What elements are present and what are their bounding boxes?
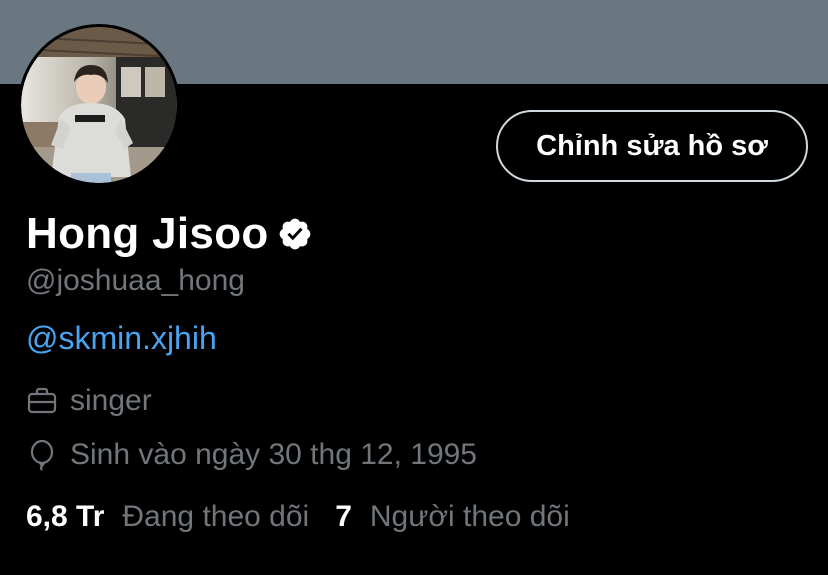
following-label: Đang theo dõi (122, 500, 310, 533)
display-name: Hong Jisoo (26, 209, 269, 258)
verified-badge-icon (277, 216, 313, 252)
avatar[interactable] (18, 24, 180, 186)
following-count: 6,8 Tr (26, 500, 105, 533)
followers-label: Người theo dõi (369, 500, 570, 533)
profession-text: singer (70, 384, 152, 417)
briefcase-icon (26, 385, 58, 417)
profession-row: singer (26, 384, 152, 418)
avatar-photo (21, 27, 177, 183)
following-stat[interactable]: 6,8 Tr Đang theo dõi (26, 500, 309, 534)
follow-stats: 6,8 Tr Đang theo dõi 7 Người theo dõi (26, 500, 570, 534)
followers-stat[interactable]: 7 Người theo dõi (335, 500, 570, 534)
birthday-row: Sinh vào ngày 30 thg 12, 1995 (26, 438, 477, 472)
bio-mention-link[interactable]: @skmin.xjhih (26, 320, 217, 357)
balloon-icon (26, 439, 58, 471)
followers-count: 7 (335, 500, 352, 533)
edit-profile-button[interactable]: Chỉnh sửa hồ sơ (496, 110, 808, 182)
profile-handle: @joshuaa_hong (26, 264, 245, 297)
birthday-text: Sinh vào ngày 30 thg 12, 1995 (70, 438, 477, 471)
profile-name-row: Hong Jisoo (26, 206, 313, 262)
